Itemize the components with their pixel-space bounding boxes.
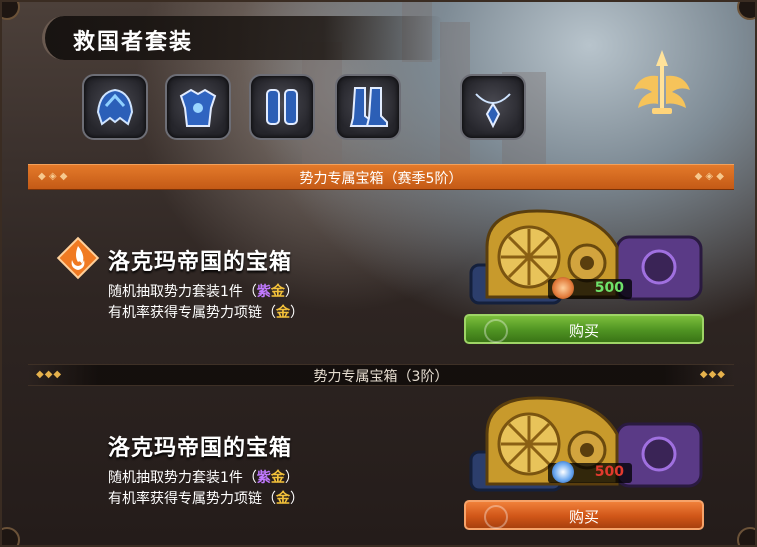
section-header-label: 势力专属宝箱（3阶） <box>313 369 449 385</box>
armor-slot[interactable] <box>165 74 231 140</box>
frame-corner-ornament <box>2 2 20 20</box>
armor-icon <box>179 88 217 127</box>
boots-slot[interactable] <box>335 74 401 140</box>
description-line: 有机率获得专属势力项链（金） <box>108 491 304 507</box>
price-value: 500 <box>594 464 624 480</box>
button-emblem-icon <box>484 505 508 529</box>
price-value: 500 <box>594 280 624 296</box>
description-line: 随机抽取势力套装1件（紫金） <box>108 284 299 300</box>
banner-ornament-icon: ◆ ◈ ◆ <box>694 171 724 182</box>
chest-description: 随机抽取势力套装1件（紫金） 有机率获得专属势力项链（金） <box>108 468 304 510</box>
chest-description: 随机抽取势力套装1件（紫金） 有机率获得专属势力项链（金） <box>108 282 304 324</box>
frame-corner-ornament <box>737 527 755 545</box>
section-header-label: 势力专属宝箱（赛季5阶） <box>299 171 463 187</box>
buy-button-label: 购买 <box>568 508 599 526</box>
button-emblem-icon <box>484 319 508 343</box>
necklace-icon <box>475 93 511 129</box>
buy-button[interactable]: 购买 <box>464 314 704 344</box>
winged-sword-emblem-icon <box>634 50 690 114</box>
fire-faction-icon <box>56 236 100 280</box>
banner-dots-icon: ◆◆◆ <box>699 369 726 380</box>
price-tag: 500 <box>548 277 632 299</box>
frame-corner-ornament <box>737 2 755 20</box>
description-line: 随机抽取势力套装1件（紫金） <box>108 470 299 486</box>
gloves-slot[interactable] <box>249 74 315 140</box>
boots-icon <box>349 87 388 127</box>
description-line: 有机率获得专属势力项链（金） <box>108 305 304 321</box>
price-tag: 500 <box>548 461 632 483</box>
equipment-set-panel: 救国者套装 ◆ ◈ ◆ 势力专属宝箱（赛季5阶） ◆ ◈ ◆ 洛克玛帝国的宝箱 … <box>0 0 757 547</box>
buy-button[interactable]: 购买 <box>464 500 704 530</box>
buy-button-label: 购买 <box>568 322 599 340</box>
chest-name: 洛克玛帝国的宝箱 <box>108 250 293 275</box>
flower-token-icon <box>552 277 574 299</box>
set-title: 救国者套装 <box>73 30 194 55</box>
chest-name: 洛克玛帝国的宝箱 <box>108 436 293 461</box>
helmet-icon <box>96 88 134 126</box>
frame-corner-ornament <box>2 527 20 545</box>
blue-medal-icon <box>552 461 574 483</box>
section-header-tier3: ◆◆◆ 势力专属宝箱（3阶） ◆◆◆ <box>28 364 734 386</box>
title-bar: 救国者套装 <box>42 16 443 60</box>
necklace-slot[interactable] <box>460 74 526 140</box>
helmet-slot[interactable] <box>82 74 148 140</box>
section-header-season: ◆ ◈ ◆ 势力专属宝箱（赛季5阶） ◆ ◈ ◆ <box>28 164 734 190</box>
gloves-icon <box>266 89 298 125</box>
